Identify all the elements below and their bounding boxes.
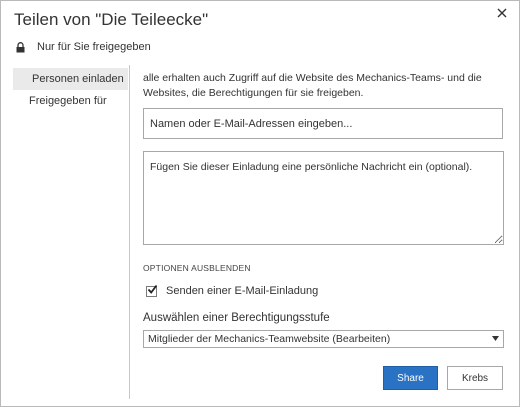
invite-panel: alle erhalten auch Zugriff auf die Websi… bbox=[143, 71, 508, 390]
message-field[interactable] bbox=[143, 151, 504, 245]
permission-label: Auswählen einer Berechtigungsstufe bbox=[143, 312, 330, 324]
people-input[interactable] bbox=[143, 108, 503, 139]
sharing-status: Nur für Sie freigegeben bbox=[16, 41, 151, 53]
send-invite-checkbox[interactable] bbox=[146, 284, 158, 297]
sidebar-divider bbox=[129, 65, 130, 399]
send-invite-row: Senden einer E-Mail-Einladung bbox=[146, 284, 319, 297]
lock-icon bbox=[16, 41, 25, 52]
permission-selected-value: Mitglieder der Mechanics-Teamwebsite (Be… bbox=[148, 333, 391, 345]
dialog-title: Teilen von "Die Teileecke" bbox=[14, 10, 209, 29]
sharing-status-text: Nur für Sie freigegeben bbox=[37, 41, 151, 53]
permission-select[interactable]: Mitglieder der Mechanics-Teamwebsite (Be… bbox=[143, 330, 504, 348]
sidebar-item-invite-people[interactable]: Personen einladen bbox=[13, 68, 128, 90]
dropdown-icon bbox=[492, 336, 499, 341]
close-icon[interactable] bbox=[495, 7, 509, 21]
share-dialog: Teilen von "Die Teileecke" Nur für Sie f… bbox=[0, 0, 520, 407]
invite-description: alle erhalten auch Zugriff auf die Websi… bbox=[143, 72, 482, 99]
share-button[interactable]: Share bbox=[383, 366, 438, 390]
send-invite-label: Senden einer E-Mail-Einladung bbox=[166, 285, 319, 297]
sidebar-item-shared-with[interactable]: Freigegeben für bbox=[13, 90, 128, 112]
hide-options-link[interactable]: OPTIONEN AUSBLENDEN bbox=[143, 263, 251, 273]
cancel-button[interactable]: Krebs bbox=[447, 366, 503, 390]
check-icon bbox=[147, 284, 158, 294]
sidebar: Personen einladen Freigegeben für bbox=[13, 68, 128, 112]
